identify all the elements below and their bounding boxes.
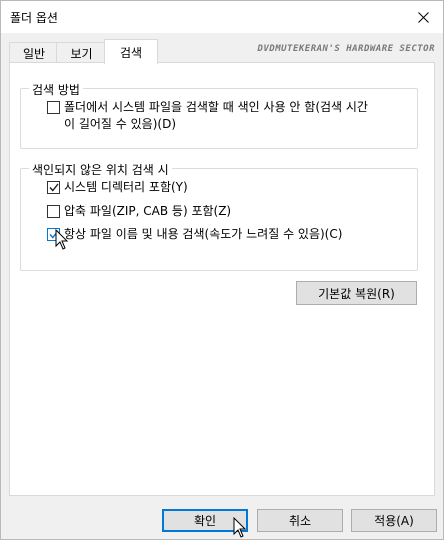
- include-compressed-label: 압축 파일(ZIP, CAB 등) 포함(Z): [64, 204, 232, 218]
- search-tab-panel: 검색 방법 폴더에서 시스템 파일을 검색할 때 색인 사용 안 함(검색 시간…: [9, 62, 435, 496]
- tab-general[interactable]: 일반: [9, 42, 59, 64]
- include-compressed-option[interactable]: 압축 파일(ZIP, CAB 등) 포함(Z): [47, 203, 231, 220]
- checkmark-icon: [49, 183, 59, 192]
- always-search-contents-checkbox[interactable]: [47, 228, 60, 241]
- disable-index-checkbox[interactable]: [47, 101, 60, 114]
- search-method-legend: 검색 방법: [29, 81, 83, 98]
- close-icon: [417, 11, 429, 23]
- disable-index-option[interactable]: 폴더에서 시스템 파일을 검색할 때 색인 사용 안 함(검색 시간 이 길어질…: [47, 99, 413, 133]
- apply-button[interactable]: 적용(A): [351, 509, 437, 532]
- tab-general-label: 일반: [22, 47, 46, 61]
- disable-index-label: 폴더에서 시스템 파일을 검색할 때 색인 사용 안 함(검색 시간 이 길어질…: [64, 99, 368, 133]
- disable-index-label-line2: 이 길어질 수 있음)(D): [64, 117, 177, 131]
- tab-strip: 일반 보기 검색 DVDMUTEKERAN'S HARDWARE SECTOR: [9, 39, 435, 64]
- include-compressed-checkbox[interactable]: [47, 205, 60, 218]
- nonindexed-legend: 색인되지 않은 위치 검색 시: [29, 161, 172, 178]
- close-button[interactable]: [403, 1, 443, 33]
- folder-options-dialog: 폴더 옵션 일반 보기 검색 DVDMUTEKERAN'S HARDWARE S…: [0, 0, 444, 540]
- include-system-dirs-option[interactable]: 시스템 디렉터리 포함(Y): [47, 179, 188, 196]
- cancel-button[interactable]: 취소: [257, 509, 343, 532]
- disable-index-label-line1: 폴더에서 시스템 파일을 검색할 때 색인 사용 안 함(검색 시간: [64, 100, 368, 114]
- always-search-contents-option[interactable]: 항상 파일 이름 및 내용 검색(속도가 느려질 수 있음)(C): [47, 226, 342, 243]
- checkmark-icon: [49, 230, 59, 239]
- include-system-dirs-checkbox[interactable]: [47, 181, 60, 194]
- ok-button[interactable]: 확인: [162, 509, 248, 532]
- watermark: DVDMUTEKERAN'S HARDWARE SECTOR: [257, 44, 435, 54]
- tab-search-label: 검색: [119, 45, 143, 60]
- nonindexed-search-group: 색인되지 않은 위치 검색 시 시스템 디렉터리 포함(Y) 압축 파일(ZIP…: [20, 161, 418, 271]
- window-title: 폴더 옵션: [10, 11, 58, 25]
- tab-view[interactable]: 보기: [56, 42, 107, 64]
- always-search-contents-label: 항상 파일 이름 및 내용 검색(속도가 느려질 수 있음)(C): [64, 227, 343, 241]
- tab-view-label: 보기: [70, 47, 93, 61]
- search-method-group: 검색 방법 폴더에서 시스템 파일을 검색할 때 색인 사용 안 함(검색 시간…: [20, 81, 418, 149]
- restore-defaults-button[interactable]: 기본값 복원(R): [296, 281, 417, 305]
- include-system-dirs-label: 시스템 디렉터리 포함(Y): [64, 180, 188, 194]
- tab-search[interactable]: 검색: [104, 39, 158, 64]
- title-bar: 폴더 옵션: [1, 1, 443, 33]
